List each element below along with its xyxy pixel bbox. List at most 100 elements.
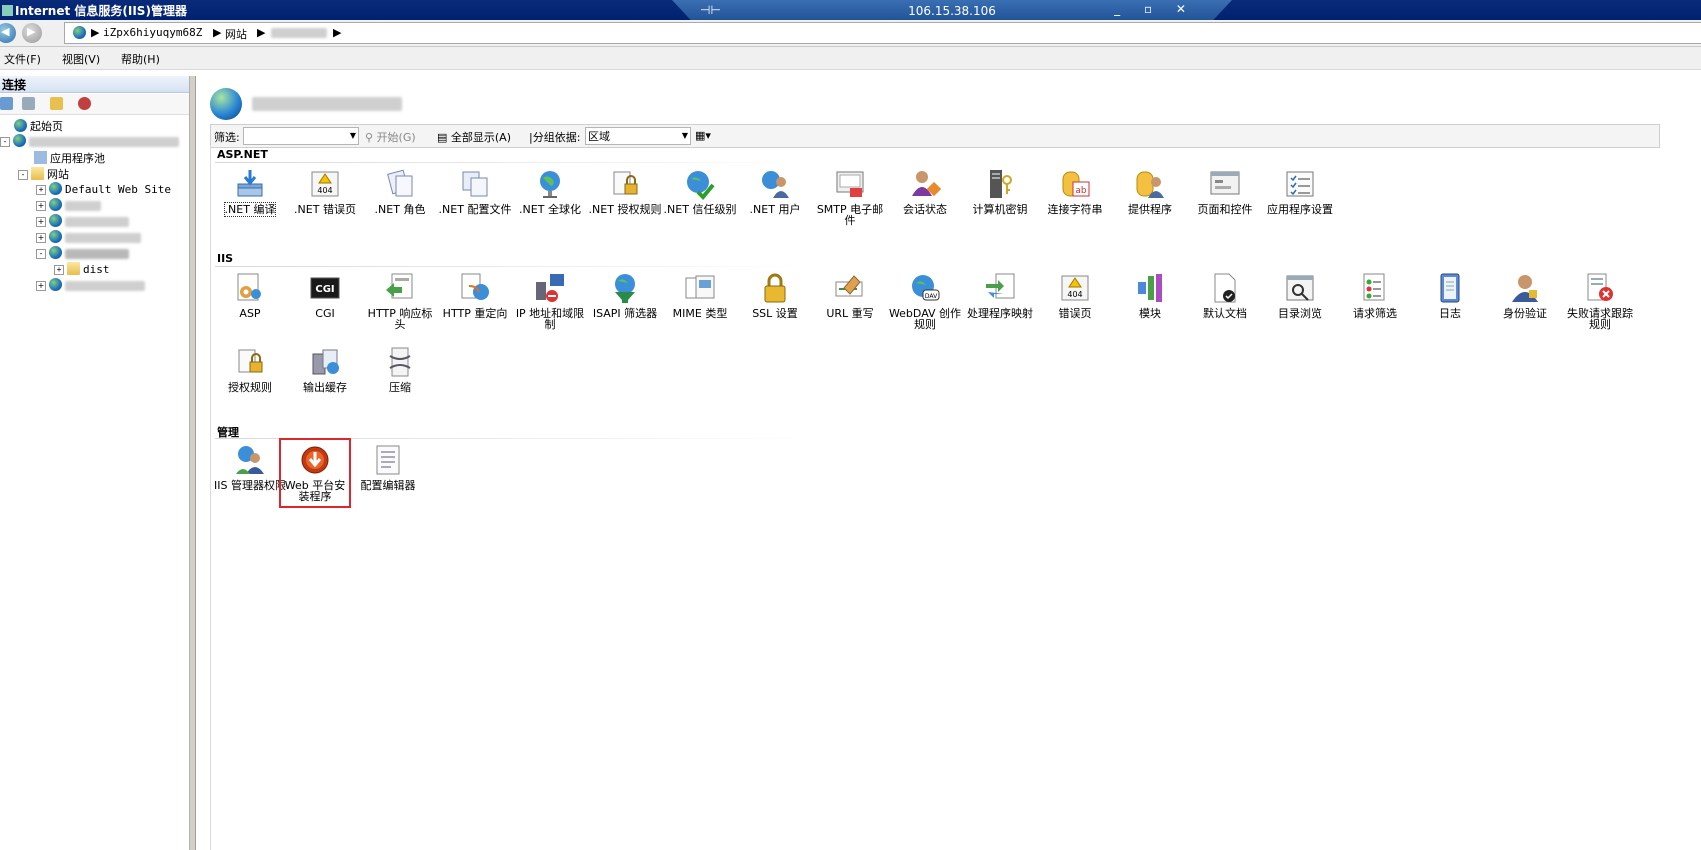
feature-iis-manager-permissions[interactable]: IIS 管理器权限	[213, 444, 287, 491]
feature-machine-key[interactable]: 计算机密钥	[963, 168, 1037, 215]
rdp-window-controls[interactable]: _ ▫ ✕	[1114, 2, 1196, 16]
feature-net-users[interactable]: .NET 用户	[738, 168, 812, 215]
group-by-select[interactable]: 区域 ▼	[585, 127, 691, 145]
back-arrow-icon: ◀	[1, 25, 10, 38]
menu-file[interactable]: 文件(F)	[4, 51, 41, 67]
expand-icon[interactable]: +	[36, 201, 46, 211]
feature-url-rewrite[interactable]: URL 重写	[813, 272, 887, 319]
tree-start-page[interactable]: 起始页	[14, 118, 63, 134]
feature-app-settings[interactable]: 应用程序设置	[1263, 168, 1337, 215]
disconnect-icon[interactable]	[78, 97, 91, 110]
dropdown-arrow-icon: ▼	[681, 131, 688, 140]
collapse-icon[interactable]: -	[0, 137, 10, 147]
tree-site-item[interactable]: +	[36, 278, 145, 294]
feature-isapi-filters[interactable]: ISAPI 筛选器	[588, 272, 662, 319]
feature-ssl-settings[interactable]: SSL 设置	[738, 272, 812, 319]
feature-output-caching[interactable]: 输出缓存	[288, 346, 362, 393]
feature-net-globalization[interactable]: .NET 全球化	[513, 168, 587, 215]
feature-compression[interactable]: 压缩	[363, 346, 437, 393]
feature-configuration-editor[interactable]: 配置编辑器	[351, 444, 425, 491]
expand-icon[interactable]: +	[36, 233, 46, 243]
feature-smtp-email[interactable]: SMTP 电子邮件	[813, 168, 887, 226]
expand-icon[interactable]: +	[36, 281, 46, 291]
feature-net-trust-levels[interactable]: .NET 信任级别	[663, 168, 737, 215]
handler-mappings-icon	[984, 272, 1016, 304]
feature-default-document[interactable]: 默认文档	[1188, 272, 1262, 319]
feature-providers[interactable]: 提供程序	[1113, 168, 1187, 215]
feature-failed-request-tracing[interactable]: 失败请求跟踪规则	[1563, 272, 1637, 330]
feature-net-profile[interactable]: .NET 配置文件	[438, 168, 512, 215]
feature-connection-strings[interactable]: ab 连接字符串	[1038, 168, 1112, 215]
app-settings-icon	[1284, 168, 1316, 200]
tree-sites[interactable]: - 网站	[18, 166, 69, 182]
back-button[interactable]: ◀	[0, 23, 16, 43]
breadcrumb-server[interactable]: iZpx6hiyuqym68Z	[103, 26, 202, 39]
feature-web-platform-installer[interactable]: Web 平台安装程序	[279, 438, 351, 508]
connect-icon[interactable]	[0, 97, 13, 110]
feature-authorization-rules[interactable]: 授权规则	[213, 346, 287, 393]
feature-asp[interactable]: ASP	[213, 272, 287, 319]
tree-dist[interactable]: + dist	[54, 262, 110, 278]
section-title-iis: IIS	[217, 252, 234, 265]
redirect-icon	[459, 272, 491, 304]
tree-site-item[interactable]: +	[36, 230, 141, 246]
feature-http-redirect[interactable]: HTTP 重定向	[438, 272, 512, 319]
menu-help[interactable]: 帮助(H)	[121, 51, 160, 67]
isapi-filter-icon	[609, 272, 641, 304]
feature-net-authorization[interactable]: .NET 授权规则	[588, 168, 662, 215]
feature-session-state[interactable]: 会话状态	[888, 168, 962, 215]
tree-default-web-site[interactable]: + Default Web Site	[36, 182, 171, 198]
app-title: Internet 信息服务(IIS)管理器	[2, 2, 187, 19]
filter-input[interactable]: ▼	[243, 127, 359, 145]
site-globe-icon	[49, 230, 62, 243]
providers-icon	[1134, 168, 1166, 200]
feature-net-error-pages[interactable]: 404 .NET 错误页	[288, 168, 362, 215]
smtp-icon	[834, 168, 866, 200]
webdav-icon: DAV	[909, 272, 941, 304]
show-all-button[interactable]: ▤ 全部显示(A)	[437, 129, 511, 145]
tree-server[interactable]: -	[0, 134, 179, 150]
breadcrumb-separator[interactable]: ▶	[333, 26, 341, 39]
machine-key-icon	[984, 168, 1016, 200]
expand-icon[interactable]: +	[36, 217, 46, 227]
breadcrumb-separator[interactable]: ▶	[91, 26, 99, 39]
feature-mime-types[interactable]: MIME 类型	[663, 272, 737, 319]
breadcrumb-separator[interactable]: ▶	[257, 26, 265, 39]
tree-site-item[interactable]: +	[36, 214, 129, 230]
feature-http-response-headers[interactable]: HTTP 响应标头	[363, 272, 437, 330]
feature-authentication[interactable]: 身份验证	[1488, 272, 1562, 319]
connection-string-label: ab	[1075, 186, 1087, 196]
feature-handler-mappings[interactable]: 处理程序映射	[963, 272, 1037, 319]
expand-icon[interactable]: +	[54, 265, 64, 275]
feature-net-compilation[interactable]: .NET 编译	[213, 168, 287, 217]
breadcrumb[interactable]: ▶ iZpx6hiyuqym68Z ▶ 网站 ▶ ▶	[64, 22, 1701, 44]
pages-controls-icon	[1209, 168, 1241, 200]
tree-app-pools[interactable]: 应用程序池	[34, 150, 105, 166]
feature-pages-controls[interactable]: 页面和控件	[1188, 168, 1262, 215]
expand-icon[interactable]: +	[36, 185, 46, 195]
view-toggle-icon[interactable]: ▦▾	[695, 129, 711, 142]
feature-error-pages[interactable]: 404 错误页	[1038, 272, 1112, 319]
tree-site-item[interactable]: +	[36, 198, 101, 214]
feature-net-roles[interactable]: .NET 角色	[363, 168, 437, 215]
feature-cgi[interactable]: CGI CGI	[288, 272, 362, 319]
mime-types-icon	[684, 272, 716, 304]
collapse-icon[interactable]: -	[36, 249, 46, 259]
up-folder-icon[interactable]	[50, 97, 63, 110]
feature-modules[interactable]: 模块	[1113, 272, 1187, 319]
feature-directory-browsing[interactable]: 目录浏览	[1263, 272, 1337, 319]
menu-view[interactable]: 视图(V)	[62, 51, 100, 67]
feature-request-filtering[interactable]: 请求筛选	[1338, 272, 1412, 319]
breadcrumb-sites[interactable]: 网站	[225, 26, 247, 42]
collapse-icon[interactable]: -	[18, 170, 28, 180]
filter-start-button[interactable]: ⚲ 开始(G)	[365, 129, 416, 145]
error-page-icon: 404	[1059, 272, 1091, 304]
breadcrumb-site-redacted[interactable]	[271, 26, 327, 39]
forward-button[interactable]: ▶	[22, 23, 42, 43]
breadcrumb-separator[interactable]: ▶	[213, 26, 221, 39]
save-icon[interactable]	[22, 97, 35, 110]
feature-ip-domain-restrictions[interactable]: IP 地址和域限制	[513, 272, 587, 330]
feature-logging[interactable]: 日志	[1413, 272, 1487, 319]
tree-site-item-selected[interactable]: -	[36, 246, 129, 262]
feature-webdav-rules[interactable]: DAV WebDAV 创作规则	[888, 272, 962, 330]
